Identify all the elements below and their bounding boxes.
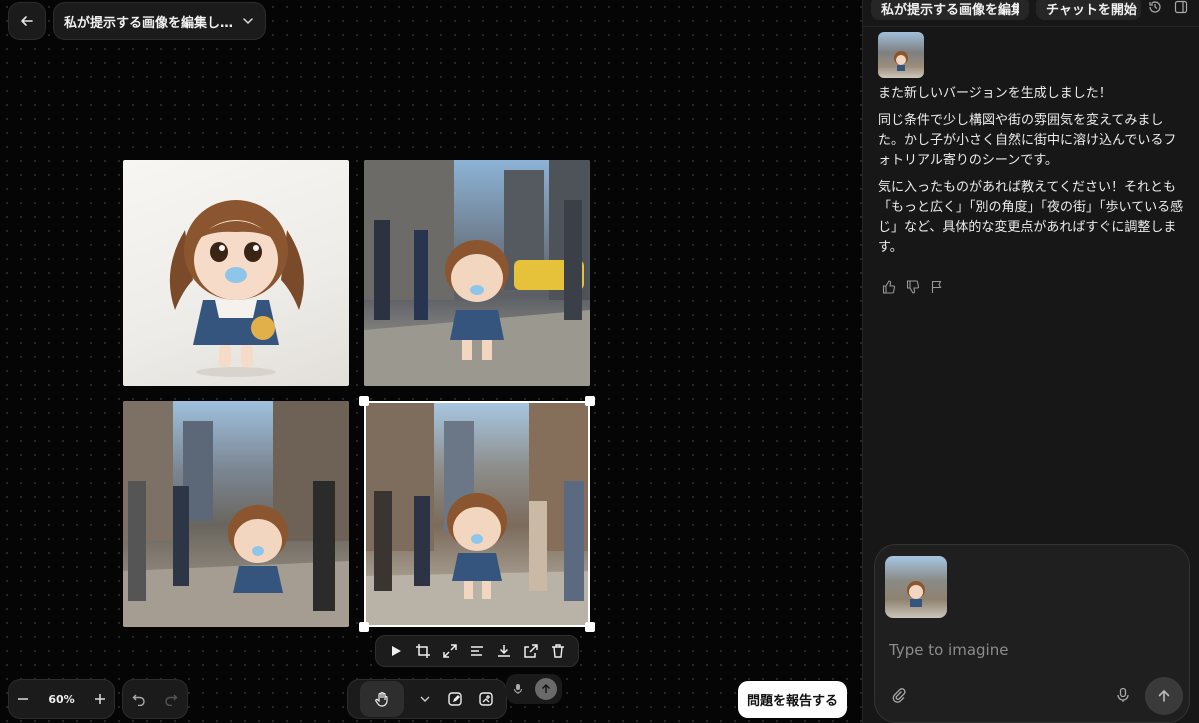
message-paragraph: また新しいバージョンを生成しました！ — [878, 86, 1112, 101]
message-paragraph: 気に入ったものがあれば教えてください！それとも「もっと広く」「別の角度」「夜の街… — [878, 180, 1184, 255]
download-icon[interactable] — [494, 641, 514, 661]
mic-icon[interactable] — [1115, 687, 1131, 703]
thumbs-up-icon[interactable] — [882, 280, 896, 294]
prompt-input[interactable] — [889, 639, 1169, 661]
align-left-icon[interactable] — [467, 641, 487, 661]
hand-tool-button[interactable] — [359, 681, 404, 717]
thumbs-down-icon[interactable] — [906, 280, 920, 294]
resize-handle-bottom-left[interactable] — [359, 622, 369, 632]
new-chat-button[interactable]: チャットを開始 — [1036, 0, 1141, 20]
expand-icon[interactable] — [440, 641, 460, 661]
chevron-down-icon[interactable] — [419, 693, 431, 705]
street-photo — [364, 160, 590, 386]
paperclip-icon[interactable] — [891, 687, 907, 703]
message-image-thumbnail[interactable] — [878, 32, 924, 78]
mic-icon[interactable] — [512, 683, 524, 695]
divider — [863, 26, 1199, 27]
history-controls — [122, 679, 188, 719]
street-photo — [364, 401, 590, 627]
back-button[interactable] — [8, 2, 46, 40]
image-tile-4-selected[interactable] — [364, 401, 590, 627]
project-title: 私が提示する画像を編集し… — [64, 15, 234, 31]
hand-icon — [374, 691, 388, 707]
play-icon[interactable] — [386, 641, 406, 661]
canvas-tools — [347, 679, 507, 719]
street-photo — [123, 401, 349, 627]
crop-icon[interactable] — [413, 641, 433, 661]
zoom-level: 60% — [48, 692, 75, 706]
mini-send-button[interactable] — [534, 678, 557, 700]
resize-handle-top-right[interactable] — [585, 396, 595, 406]
image-tile-1[interactable] — [123, 160, 349, 386]
arrow-left-icon — [21, 16, 33, 26]
add-image-icon[interactable] — [478, 691, 494, 707]
chibi-illustration — [169, 200, 304, 377]
resize-handle-bottom-right[interactable] — [585, 622, 595, 632]
send-button[interactable] — [1145, 677, 1183, 715]
mini-prompt-bar[interactable] — [506, 674, 562, 704]
message-paragraph: 同じ条件で少し構図や街の雰囲気を変えてみました。かし子が小さく自然に街中に溶け込… — [878, 113, 1177, 168]
redo-icon[interactable] — [164, 692, 178, 706]
attached-image-thumbnail[interactable] — [885, 556, 947, 618]
toggle-sidebar-icon[interactable] — [1174, 0, 1188, 14]
image-toolbar — [375, 635, 579, 667]
report-issue-button[interactable]: 問題を報告する — [738, 681, 847, 718]
panel-header: 私が提示する画像を編集し チャットを開始 — [863, 0, 1199, 22]
flag-icon[interactable] — [930, 280, 944, 294]
chevron-down-icon — [241, 14, 255, 28]
edit-image-icon[interactable] — [447, 691, 463, 707]
project-title-dropdown[interactable]: 私が提示する画像を編集し… — [53, 2, 266, 40]
conversation-title-chip[interactable]: 私が提示する画像を編集し — [871, 0, 1029, 20]
assistant-message: また新しいバージョンを生成しました！ 同じ条件で少し構図や街の雰囲気を変えてみま… — [878, 84, 1188, 265]
history-icon[interactable] — [1148, 0, 1162, 14]
zoom-out-button[interactable] — [17, 693, 29, 705]
image-tile-2[interactable] — [364, 160, 590, 386]
resize-handle-top-left[interactable] — [359, 396, 369, 406]
message-feedback — [882, 280, 944, 294]
open-external-icon[interactable] — [521, 641, 541, 661]
chat-composer — [874, 544, 1190, 723]
chat-panel: 私が提示する画像を編集し チャットを開始 また新しいバージョンを生成しました！ … — [862, 0, 1199, 723]
canvas[interactable]: 私が提示する画像を編集し… 60% 問題を報告する — [0, 0, 862, 723]
zoom-controls: 60% — [8, 679, 115, 719]
trash-icon[interactable] — [548, 641, 568, 661]
image-tile-3[interactable] — [123, 401, 349, 627]
undo-icon[interactable] — [132, 692, 146, 706]
zoom-in-button[interactable] — [94, 693, 106, 705]
